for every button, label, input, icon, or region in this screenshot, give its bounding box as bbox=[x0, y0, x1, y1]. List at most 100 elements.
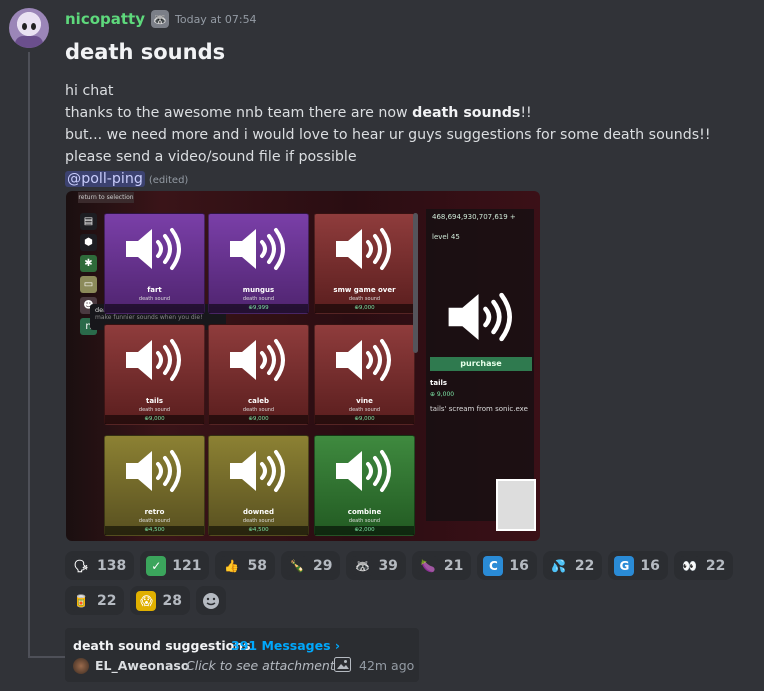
reaction-emoji-icon: 🍾 bbox=[286, 555, 307, 576]
reaction-emoji-icon: 🦝 bbox=[352, 555, 373, 576]
sound-price: ⊕4,500 bbox=[105, 526, 204, 535]
thread-last-user-avatar bbox=[73, 658, 89, 674]
reaction-emoji-icon: ✓ bbox=[146, 555, 167, 576]
game-logo bbox=[496, 479, 536, 531]
body-line: hi chat bbox=[65, 83, 114, 99]
thread-message-count[interactable]: 391 Messages › bbox=[231, 638, 340, 653]
figure-icon: ✱ bbox=[80, 255, 97, 272]
sound-card: caleb death sound ⊕9,000 bbox=[208, 324, 309, 425]
bold-text: death sounds bbox=[412, 105, 521, 121]
reactions-bar: 🗣 138 ✓ 121 👍 58 🍾 29 🦝 39 🍆 21 C 16 💦 22 G 16 👀 22 🥫 22 😱 28 bbox=[65, 551, 764, 615]
reaction-button[interactable]: 🍾 29 bbox=[280, 551, 341, 580]
username[interactable]: nicopatty bbox=[65, 10, 145, 28]
selected-name: tails bbox=[430, 379, 448, 387]
reaction-button[interactable]: ✓ 121 bbox=[140, 551, 210, 580]
body-line: but... we need more and i would love to … bbox=[65, 127, 711, 143]
gear-icon: ⬢ bbox=[80, 234, 97, 251]
reaction-button[interactable]: 💦 22 bbox=[542, 551, 603, 580]
reaction-button[interactable]: 👍 58 bbox=[215, 551, 275, 580]
reaction-emoji-icon: 😱 bbox=[136, 590, 157, 611]
sound-card: smw game over death sound ⊕9,000 bbox=[314, 213, 415, 314]
reaction-count: 16 bbox=[640, 557, 660, 574]
sound-type: death sound bbox=[242, 407, 275, 413]
reaction-emoji-icon: 🗣 bbox=[71, 555, 91, 576]
sound-name: fart bbox=[147, 286, 162, 294]
sound-card: combine death sound ⊕2,000 bbox=[314, 435, 415, 536]
sound-type: death sound bbox=[242, 296, 275, 302]
reaction-count: 22 bbox=[574, 557, 595, 574]
message-header: nicopatty 🦝 Today at 07:54 bbox=[65, 9, 257, 29]
speaker-icon bbox=[229, 228, 285, 270]
money-counter: 468,694,930,707,619 + bbox=[432, 213, 516, 221]
reaction-button[interactable]: C 16 bbox=[477, 551, 537, 580]
speaker-icon bbox=[448, 292, 512, 342]
avatar-eye bbox=[31, 23, 36, 30]
sound-name: mungus bbox=[242, 286, 275, 294]
role-mention[interactable]: @poll-ping bbox=[65, 171, 145, 187]
avatar-cape bbox=[15, 36, 43, 48]
sound-type: death sound bbox=[348, 296, 381, 302]
reaction-button[interactable]: 🗣 138 bbox=[65, 551, 135, 580]
edited-label: (edited) bbox=[148, 175, 189, 186]
reaction-count: 138 bbox=[97, 557, 127, 574]
thread-last-time: 42m ago bbox=[359, 658, 415, 673]
reaction-emoji-icon: 👍 bbox=[221, 555, 242, 576]
sound-type: death sound bbox=[348, 518, 381, 524]
level-label: level 45 bbox=[432, 233, 460, 241]
sound-card: tails death sound ⊕9,000 bbox=[104, 324, 205, 425]
sound-price: ⊕9,000 bbox=[105, 415, 204, 424]
message-body: hi chat thanks to the awesome nnb team t… bbox=[65, 80, 711, 192]
sound-price: ⊕9,000 bbox=[315, 304, 414, 313]
body-line: please send a video/sound file if possib… bbox=[65, 149, 357, 165]
reaction-emoji-icon: C bbox=[483, 555, 504, 576]
grid-scrollbar bbox=[413, 213, 418, 353]
sound-type: death sound bbox=[138, 296, 171, 302]
reaction-button[interactable]: 🦝 39 bbox=[346, 551, 406, 580]
sound-price: ⊕2,000 bbox=[315, 526, 414, 535]
raccoon-role-icon[interactable]: 🦝 bbox=[151, 10, 169, 28]
reaction-count: 29 bbox=[312, 557, 333, 574]
speaker-icon bbox=[335, 339, 391, 381]
sound-price: ⊕9,999 bbox=[209, 304, 308, 313]
reaction-button[interactable]: 👀 22 bbox=[673, 551, 734, 580]
reaction-emoji-icon: G bbox=[614, 555, 635, 576]
selected-desc: tails' scream from sonic.exe bbox=[430, 405, 528, 413]
reaction-button[interactable]: G 16 bbox=[608, 551, 668, 580]
reaction-count: 28 bbox=[162, 592, 182, 609]
add-reaction-icon bbox=[202, 592, 219, 609]
sound-name: caleb bbox=[247, 397, 270, 405]
sound-type: death sound bbox=[138, 407, 171, 413]
speaker-icon bbox=[335, 228, 391, 270]
message-title: death sounds bbox=[65, 40, 226, 64]
reaction-count: 16 bbox=[509, 557, 529, 574]
sound-price bbox=[105, 304, 204, 313]
timestamp[interactable]: Today at 07:54 bbox=[175, 13, 257, 26]
reaction-button[interactable]: 😱 28 bbox=[130, 586, 190, 615]
body-text: !! bbox=[520, 105, 532, 121]
speaker-icon bbox=[125, 450, 181, 492]
speaker-icon bbox=[335, 450, 391, 492]
sound-card: vine death sound ⊕9,000 bbox=[314, 324, 415, 425]
sound-card: retro death sound ⊕4,500 bbox=[104, 435, 205, 536]
speaker-icon bbox=[125, 339, 181, 381]
thread-connector bbox=[28, 52, 30, 658]
sound-card: downed death sound ⊕4,500 bbox=[208, 435, 309, 536]
reaction-emoji-icon: 👀 bbox=[679, 555, 700, 576]
reaction-count: 22 bbox=[97, 592, 117, 609]
reaction-count: 22 bbox=[705, 557, 726, 574]
attachment-image[interactable]: return to selection ▤ ⬢ ✱ ▭ ☻ n death ma… bbox=[66, 191, 540, 541]
detail-panel: 468,694,930,707,619 + level 45 purchase … bbox=[426, 209, 534, 521]
sound-name: smw game over bbox=[333, 286, 396, 294]
sound-type: death sound bbox=[138, 518, 171, 524]
sound-type: death sound bbox=[242, 518, 275, 524]
body-line: @poll-ping (edited) bbox=[65, 168, 711, 192]
reaction-button[interactable]: 🍆 21 bbox=[411, 551, 472, 580]
add-reaction-button[interactable] bbox=[195, 586, 226, 615]
user-avatar[interactable] bbox=[9, 8, 49, 48]
purchase-button: purchase bbox=[430, 357, 532, 371]
thread-preview[interactable]: death sound suggestions 391 Messages › E… bbox=[65, 628, 419, 682]
thread-last-message: Click to see attachment bbox=[186, 658, 335, 673]
thread-connector-elbow bbox=[28, 656, 65, 658]
reaction-button[interactable]: 🥫 22 bbox=[65, 586, 125, 615]
thread-name[interactable]: death sound suggestions bbox=[73, 638, 251, 653]
